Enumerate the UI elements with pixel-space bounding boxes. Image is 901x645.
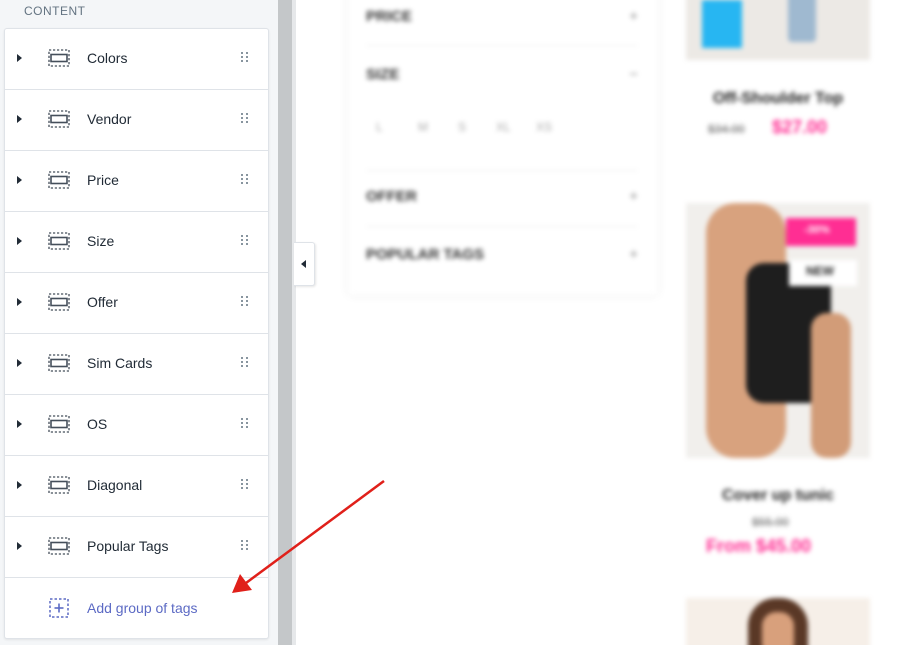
section-icon (48, 476, 70, 494)
caret-right-icon[interactable] (17, 542, 22, 550)
section-title: CONTENT (24, 4, 86, 18)
row-label: Offer (87, 294, 118, 310)
row-label: Vendor (87, 111, 132, 127)
row-label: Popular Tags (87, 538, 169, 554)
caret-left-icon (301, 260, 306, 268)
row-label: OS (87, 416, 108, 432)
filter-group-row-offer[interactable]: Offer (5, 273, 268, 334)
section-icon (48, 171, 70, 189)
filter-group-row-price[interactable]: Price (5, 151, 268, 212)
drag-handle-icon[interactable] (241, 52, 249, 63)
filter-label: POPULAR TAGS (366, 246, 485, 263)
size-option: M (418, 120, 428, 134)
filter-label: PRICE (366, 8, 412, 25)
drag-handle-icon[interactable] (241, 540, 249, 551)
filter-label: OFFER (366, 188, 417, 205)
new-badge: NEW (806, 264, 834, 278)
drag-handle-icon[interactable] (241, 113, 249, 124)
caret-right-icon[interactable] (17, 481, 22, 489)
row-label: Colors (87, 50, 128, 66)
size-option: XS (536, 120, 553, 134)
filter-group-row-os[interactable]: OS (5, 395, 268, 456)
filter-group-row-vendor[interactable]: Vendor (5, 90, 268, 151)
expand-icon: + (629, 246, 638, 263)
filter-group-row-popular-tags[interactable]: Popular Tags (5, 517, 268, 578)
section-icon (48, 354, 70, 372)
section-icon (48, 49, 70, 67)
size-option: L (376, 120, 383, 134)
size-option: XL (496, 120, 511, 134)
add-group-of-tags-button[interactable]: Add group of tags (5, 578, 268, 638)
product-old-price: $55.00 (752, 515, 789, 529)
caret-right-icon[interactable] (17, 298, 22, 306)
add-group-label: Add group of tags (87, 600, 198, 616)
store-preview: PRICE + SIZE − L M S XL XS OFFER + POPUL… (296, 0, 901, 645)
product-price: From $45.00 (706, 536, 812, 556)
add-section-icon (49, 598, 69, 618)
product-old-price: $34.00 (708, 122, 745, 136)
caret-right-icon[interactable] (17, 54, 22, 62)
drag-handle-icon[interactable] (241, 418, 249, 429)
drag-handle-icon[interactable] (241, 479, 249, 490)
sale-badge: -30% (804, 224, 830, 236)
row-label: Size (87, 233, 115, 249)
caret-right-icon[interactable] (17, 420, 22, 428)
product-name: Cover up tunic (721, 487, 834, 504)
drag-handle-icon[interactable] (241, 296, 249, 307)
filter-label: SIZE (366, 66, 400, 83)
filter-group-row-sim-cards[interactable]: Sim Cards (5, 334, 268, 395)
filter-group-row-colors[interactable]: Colors (5, 29, 268, 90)
product-name: Off-Shoulder Top (712, 90, 844, 107)
product-image (686, 0, 870, 60)
filter-group-row-size[interactable]: Size (5, 212, 268, 273)
section-icon (48, 293, 70, 311)
section-icon (48, 415, 70, 433)
filter-offer: OFFER + (366, 188, 638, 205)
row-label: Diagonal (87, 477, 143, 493)
section-icon (48, 537, 70, 555)
size-option: S (458, 120, 467, 134)
caret-right-icon[interactable] (17, 237, 22, 245)
sidebar: CONTENT Colors Vendor Price Size Offer Sim Ca… (0, 0, 278, 645)
collapse-sidebar-button[interactable] (294, 242, 315, 286)
row-label: Sim Cards (87, 355, 153, 371)
product-image (686, 598, 870, 645)
filter-group-row-diagonal[interactable]: Diagonal (5, 456, 268, 517)
expand-icon: + (629, 188, 638, 205)
collapse-icon: − (629, 66, 638, 83)
filter-price: PRICE + (366, 8, 638, 25)
section-icon (48, 110, 70, 128)
drag-handle-icon[interactable] (241, 357, 249, 368)
divider (366, 226, 638, 227)
product-image (686, 203, 870, 458)
filter-groups-card: Colors Vendor Price Size Offer Sim Cards OS Dia… (4, 28, 269, 639)
divider (366, 170, 638, 171)
drag-handle-icon[interactable] (241, 235, 249, 246)
filter-popular-tags: POPULAR TAGS + (366, 246, 638, 263)
caret-right-icon[interactable] (17, 176, 22, 184)
drag-handle-icon[interactable] (241, 174, 249, 185)
panel-divider (278, 0, 292, 645)
section-icon (48, 232, 70, 250)
expand-icon: + (629, 8, 638, 25)
caret-right-icon[interactable] (17, 359, 22, 367)
row-label: Price (87, 172, 119, 188)
caret-right-icon[interactable] (17, 115, 22, 123)
divider (366, 45, 638, 46)
filter-panel: PRICE + SIZE − L M S XL XS OFFER + POPUL… (348, 0, 658, 295)
product-price: $27.00 (772, 117, 828, 137)
filter-size: SIZE − (366, 66, 638, 83)
